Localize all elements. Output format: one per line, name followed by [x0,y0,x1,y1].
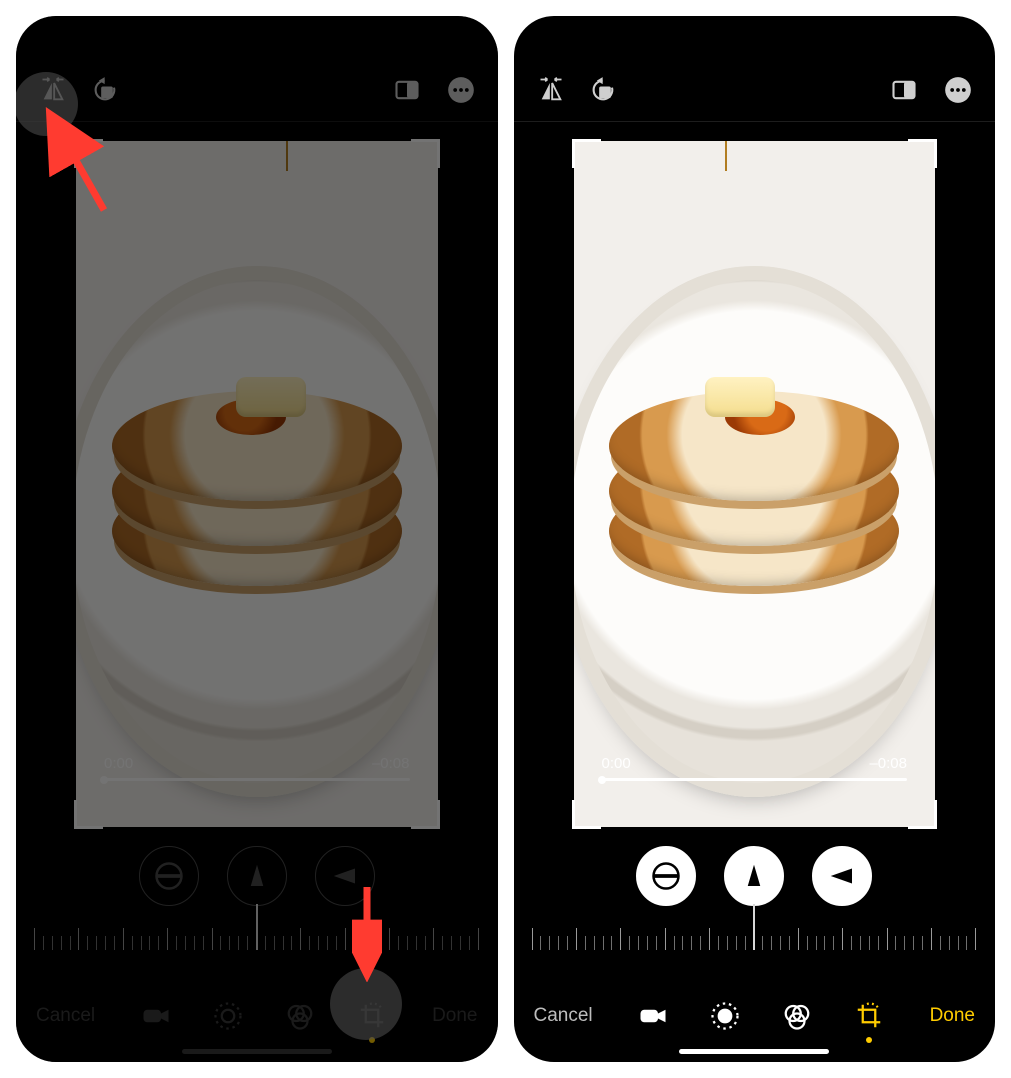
rotate-button[interactable] [588,73,622,107]
time-elapsed: 0:00 [602,755,631,772]
rotate-ccw-icon [591,76,619,104]
time-remaining: –0:08 [372,755,410,772]
perspective-controls [16,846,498,906]
filters-icon [782,1001,812,1031]
home-indicator[interactable] [182,1049,332,1054]
cancel-button[interactable]: Cancel [36,1005,95,1027]
crop-handle-bl[interactable] [572,800,601,829]
crop-handle-br[interactable] [908,800,937,829]
right-screenshot: 0:00 –0:08 Cancel [514,16,996,1062]
adjust-icon [710,1001,740,1031]
crop-top-bar [514,16,996,122]
cancel-button[interactable]: Cancel [534,1005,593,1027]
video-timeline[interactable]: 0:00 –0:08 [104,755,410,781]
adjust-tool-button[interactable] [209,997,247,1035]
perspective-controls [514,846,996,906]
annotation-arrow-flip [34,100,114,220]
adjust-tool-button[interactable] [706,997,744,1035]
preview-image: 0:00 –0:08 [76,141,438,827]
filters-icon [285,1001,315,1031]
time-elapsed: 0:00 [104,755,133,772]
more-button[interactable] [444,73,478,107]
video-tool-button[interactable] [137,997,175,1035]
crop-handle-tl[interactable] [572,139,601,168]
crop-handle-tr[interactable] [908,139,937,168]
angle-ruler[interactable] [532,916,978,950]
aspect-ratio-icon [890,76,918,104]
angle-ruler[interactable] [34,916,480,950]
perspective-v-button[interactable] [227,846,287,906]
perspective-vertical-icon [242,861,272,891]
crop-canvas[interactable]: 0:00 –0:08 [574,141,936,827]
more-icon [447,76,475,104]
filters-tool-button[interactable] [281,997,319,1035]
perspective-vertical-icon [739,861,769,891]
perspective-h-button[interactable] [812,846,872,906]
straighten-icon [651,861,681,891]
flip-horizontal-icon [537,76,565,104]
left-screenshot: 0:00 –0:08 [16,16,498,1062]
video-icon [638,1001,668,1031]
crop-handle-tr[interactable] [411,139,440,168]
done-button[interactable]: Done [930,1005,975,1027]
preview-image: 0:00 –0:08 [574,141,936,827]
crop-canvas[interactable]: 0:00 –0:08 [76,141,438,827]
home-indicator[interactable] [679,1049,829,1054]
annotation-arrow-crop [352,882,382,982]
adjust-icon [213,1001,243,1031]
filters-tool-button[interactable] [778,997,816,1035]
more-icon [944,76,972,104]
aspect-ratio-icon [393,76,421,104]
more-button[interactable] [941,73,975,107]
flip-button[interactable] [534,73,568,107]
straighten-button[interactable] [636,846,696,906]
aspect-ratio-button[interactable] [390,73,424,107]
video-timeline[interactable]: 0:00 –0:08 [602,755,908,781]
straighten-button[interactable] [139,846,199,906]
crop-rotate-icon [854,1001,884,1031]
perspective-v-button[interactable] [724,846,784,906]
video-icon [141,1001,171,1031]
perspective-horizontal-icon [827,861,857,891]
crop-handle-br[interactable] [411,800,440,829]
video-tool-button[interactable] [634,997,672,1035]
crop-tool-button[interactable] [850,997,888,1035]
crop-handle-bl[interactable] [74,800,103,829]
straighten-icon [154,861,184,891]
aspect-ratio-button[interactable] [887,73,921,107]
time-remaining: –0:08 [869,755,907,772]
done-button[interactable]: Done [432,1005,477,1027]
